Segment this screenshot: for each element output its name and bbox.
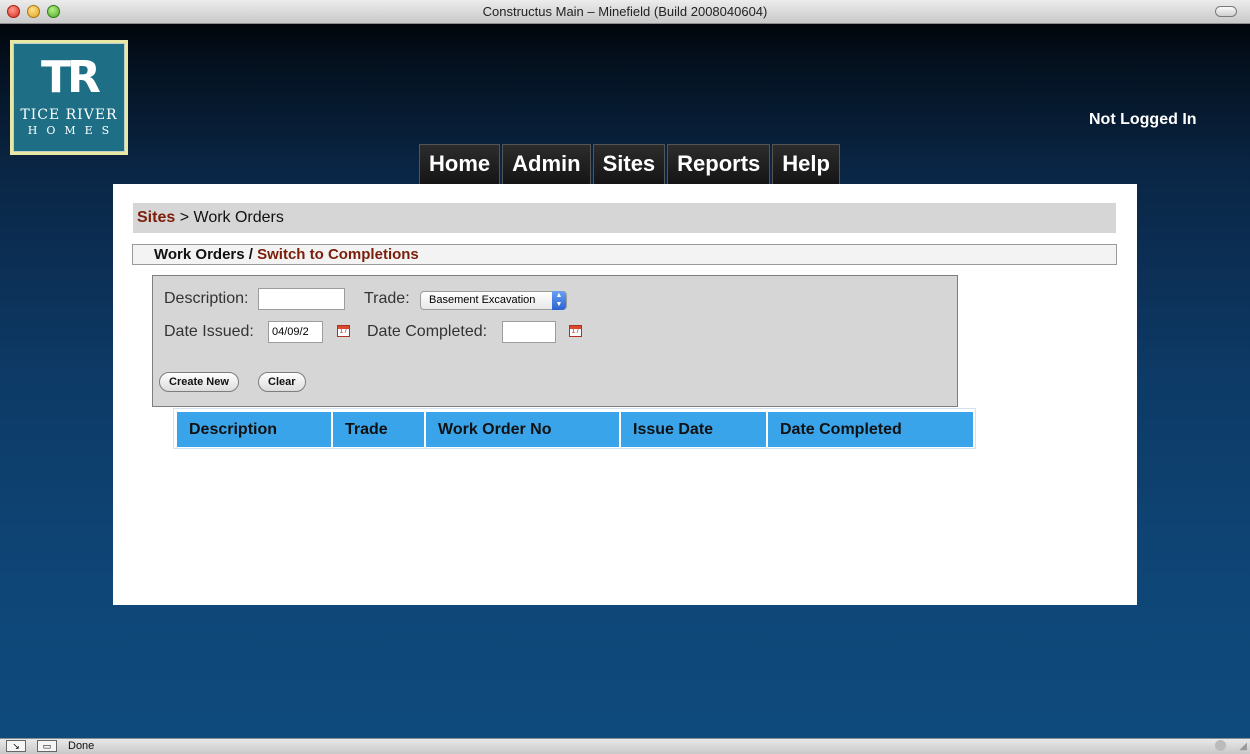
breadcrumb-current: Work Orders xyxy=(193,209,284,226)
tab-help[interactable]: Help xyxy=(772,144,840,184)
logo-mark: TR xyxy=(41,52,101,103)
date-completed-field[interactable] xyxy=(502,321,556,343)
section-separator: / xyxy=(248,246,253,263)
column-header-work-order-no[interactable]: Work Order No xyxy=(426,412,621,447)
breadcrumb-link-sites[interactable]: Sites xyxy=(137,209,175,226)
window-title: Constructus Main – Minefield (Build 2008… xyxy=(482,4,768,19)
trade-label: Trade: xyxy=(364,290,410,307)
create-new-button[interactable]: Create New xyxy=(159,372,239,392)
column-header-trade[interactable]: Trade xyxy=(333,412,426,447)
section-header: Work Orders / Switch to Completions xyxy=(132,244,1117,265)
page-content: TR TICE RIVER HOMES Not Logged In Home A… xyxy=(0,24,1250,738)
work-order-form: Description: Trade: Basement Excavation … xyxy=(152,275,958,407)
logo-name: TICE RIVER xyxy=(20,107,118,123)
date-completed-label: Date Completed: xyxy=(367,323,488,340)
toolbar-toggle-button[interactable] xyxy=(1215,6,1237,17)
cursor-tool-icon[interactable]: ↘ xyxy=(6,740,26,752)
login-status: Not Logged In xyxy=(1089,111,1197,128)
column-header-description[interactable]: Description xyxy=(177,412,333,447)
section-title: Work Orders xyxy=(154,246,245,263)
security-status-icon xyxy=(1215,740,1226,751)
date-issued-label: Date Issued: xyxy=(164,323,254,340)
logo-inner: TR TICE RIVER HOMES xyxy=(13,43,125,152)
tab-home[interactable]: Home xyxy=(419,144,501,184)
column-header-issue-date[interactable]: Issue Date xyxy=(621,412,768,447)
clear-button[interactable]: Clear xyxy=(258,372,306,392)
column-header-date-completed[interactable]: Date Completed xyxy=(768,412,973,447)
trade-select-value: Basement Excavation xyxy=(429,294,536,306)
date-completed-calendar-icon[interactable]: 17 xyxy=(569,325,582,337)
company-logo[interactable]: TR TICE RIVER HOMES xyxy=(10,40,128,155)
description-field[interactable] xyxy=(258,288,345,310)
main-nav-tabs: Home Admin Sites Reports Help xyxy=(419,144,840,184)
breadcrumb: Sites > Work Orders xyxy=(133,203,1116,233)
window-titlebar: Constructus Main – Minefield (Build 2008… xyxy=(0,0,1250,24)
table-header: Description Trade Work Order No Issue Da… xyxy=(177,412,973,447)
work-orders-table: Description Trade Work Order No Issue Da… xyxy=(173,408,976,449)
select-arrows-icon: ▲ ▼ xyxy=(552,291,566,310)
date-issued-field[interactable] xyxy=(268,321,323,343)
tab-admin[interactable]: Admin xyxy=(502,144,591,184)
description-label: Description: xyxy=(164,290,249,307)
browser-status-bar: ↘ ▭ Done ◢ xyxy=(0,738,1250,754)
logo-subtitle: HOMES xyxy=(27,124,119,137)
breadcrumb-separator: > xyxy=(179,209,190,226)
switch-to-completions-link[interactable]: Switch to Completions xyxy=(257,246,419,263)
window-tool-icon[interactable]: ▭ xyxy=(37,740,57,752)
date-issued-calendar-icon[interactable]: 17 xyxy=(337,325,350,337)
trade-select[interactable]: Basement Excavation ▲ ▼ xyxy=(420,291,567,310)
tab-reports[interactable]: Reports xyxy=(667,144,771,184)
tab-sites[interactable]: Sites xyxy=(592,144,666,184)
status-text: Done xyxy=(68,740,95,752)
main-panel: Sites > Work Orders Work Orders / Switch… xyxy=(113,184,1137,605)
resize-grip-icon[interactable]: ◢ xyxy=(1239,741,1247,752)
